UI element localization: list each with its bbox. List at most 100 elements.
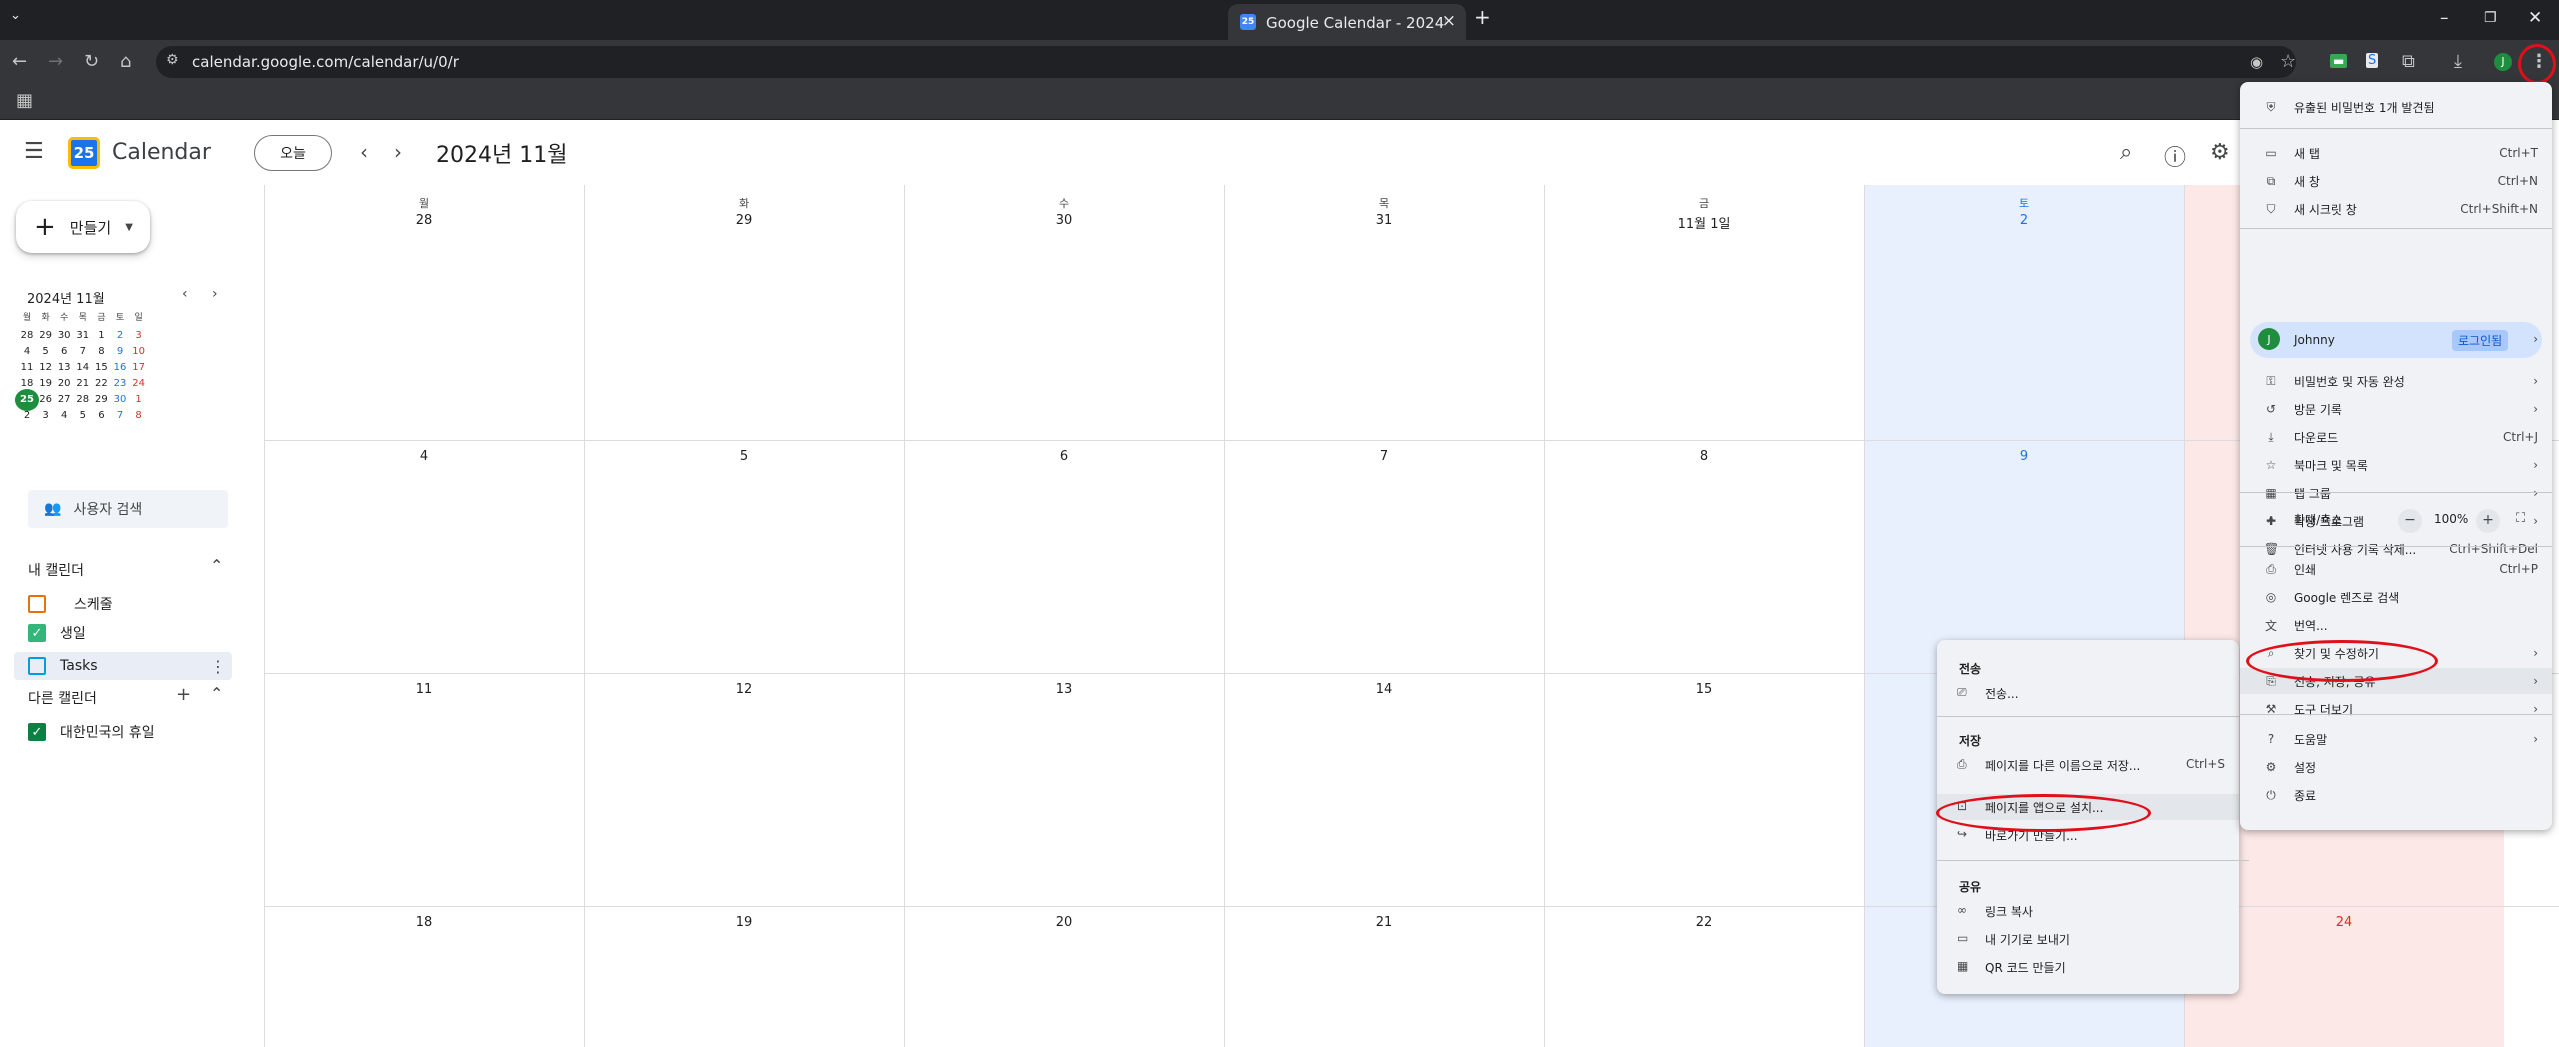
mini-day[interactable]: 17 <box>125 360 153 376</box>
qr-code-item[interactable]: ▦ QR 코드 만들기 <box>1937 954 2239 980</box>
day-number[interactable]: 4 <box>264 449 584 464</box>
menu-item[interactable]: ☆ 북마크 및 목록 › <box>2240 452 2552 478</box>
apps-grid-icon[interactable]: ▦ <box>16 90 33 111</box>
other-calendars-title[interactable]: 다른 캘린더 <box>28 688 97 708</box>
mini-day[interactable]: 8 <box>125 408 153 424</box>
day-number[interactable]: 6 <box>904 449 1224 464</box>
site-info-icon[interactable]: ⚙ <box>166 52 179 68</box>
browser-tab[interactable]: 25 Google Calendar - 2024년 11월 × <box>1228 4 1466 40</box>
menu-item[interactable]: ⛉ 새 시크릿 창 Ctrl+Shift+N <box>2240 196 2552 222</box>
main-menu-icon[interactable]: ☰ <box>24 139 44 164</box>
mini-prev-icon[interactable]: ‹ <box>182 286 188 302</box>
create-button[interactable]: + 만들기 ▼ <box>16 201 150 253</box>
day-number[interactable]: 22 <box>1544 915 1864 930</box>
calendar-list-item[interactable]: 스케줄 <box>28 594 113 614</box>
restore-icon[interactable]: ❐ <box>2484 10 2497 26</box>
unchecked-checkbox-icon[interactable] <box>28 595 46 613</box>
back-icon[interactable]: ← <box>12 51 27 72</box>
day-number[interactable]: 5 <box>584 449 904 464</box>
menu-item[interactable]: ⚒ 도구 더보기 › <box>2240 696 2552 722</box>
mini-day[interactable]: 3 <box>125 328 153 344</box>
window-close-icon[interactable]: ✕ <box>2528 8 2542 28</box>
today-button[interactable]: 오늘 <box>254 135 332 171</box>
checked-checkbox-icon[interactable]: ✓ <box>28 723 46 741</box>
menu-item[interactable]: ? 도움말 › <box>2240 726 2552 752</box>
menu-item[interactable]: ⚙ 설정 <box>2240 754 2552 780</box>
day-number[interactable]: 30 <box>904 213 1224 228</box>
new-tab-plus-icon[interactable]: + <box>1474 5 1491 29</box>
menu-item[interactable]: ⤓ 다운로드 Ctrl+J <box>2240 424 2552 450</box>
day-number[interactable]: 2 <box>1864 213 2184 228</box>
copy-link-item[interactable]: ∞ 링크 복사 <box>1937 898 2239 924</box>
menu-item[interactable]: ↺ 방문 기록 › <box>2240 396 2552 422</box>
day-number[interactable]: 8 <box>1544 449 1864 464</box>
extension-green-icon[interactable]: ▬ <box>2330 54 2348 68</box>
extension-blue-icon[interactable]: S <box>2366 53 2379 68</box>
home-icon[interactable]: ⌂ <box>120 51 131 72</box>
menu-item-shortcut: Ctrl+J <box>2503 430 2538 444</box>
menu-item[interactable]: ⎙ 인쇄 Ctrl+P <box>2240 556 2552 582</box>
zoom-out-button[interactable]: − <box>2398 509 2422 533</box>
more-options-icon[interactable]: ⋮ <box>210 657 226 676</box>
bookmark-star-icon[interactable]: ☆ <box>2280 51 2296 72</box>
mini-day[interactable]: 1 <box>125 392 153 408</box>
mini-day[interactable]: 24 <box>125 376 153 392</box>
collapse-other-calendars-icon[interactable]: ⌃ <box>210 684 223 703</box>
add-other-calendar-icon[interactable]: + <box>176 684 191 705</box>
extensions-puzzle-icon[interactable]: ⧉ <box>2402 51 2415 72</box>
calendar-list-item[interactable]: ✓ 대한민국의 휴일 <box>28 722 155 742</box>
mini-next-icon[interactable]: › <box>212 286 218 302</box>
day-number[interactable]: 28 <box>264 213 584 228</box>
day-number[interactable]: 21 <box>1224 915 1544 930</box>
menu-item[interactable]: ◎ Google 렌즈로 검색 <box>2240 584 2552 610</box>
menu-item[interactable]: ▭ 새 탭 Ctrl+T <box>2240 140 2552 166</box>
checked-checkbox-icon[interactable]: ✓ <box>28 624 46 642</box>
day-number[interactable]: 15 <box>1544 682 1864 697</box>
menu-item[interactable]: ⚿ 비밀번호 및 자동 완성 › <box>2240 368 2552 394</box>
day-number[interactable]: 31 <box>1224 213 1544 228</box>
day-number[interactable]: 9 <box>1864 449 2184 464</box>
tab-close-icon[interactable]: × <box>1442 11 1456 31</box>
forward-icon[interactable]: → <box>48 51 63 72</box>
day-number[interactable]: 11 <box>264 682 584 697</box>
reload-icon[interactable]: ↻ <box>84 51 99 72</box>
menu-item[interactable]: 文 번역... <box>2240 612 2552 638</box>
mini-day[interactable]: 10 <box>125 344 153 360</box>
day-number[interactable]: 18 <box>264 915 584 930</box>
day-number[interactable]: 12 <box>584 682 904 697</box>
zoom-in-button[interactable]: + <box>2476 509 2500 533</box>
next-month-icon[interactable]: › <box>394 140 402 164</box>
calendar-list-item[interactable]: Tasks ⋮ <box>14 652 232 680</box>
day-number[interactable]: 13 <box>904 682 1224 697</box>
eye-icon[interactable]: ◉ <box>2250 53 2263 71</box>
menu-item[interactable]: ⧉ 새 창 Ctrl+N <box>2240 168 2552 194</box>
calendar-list-item[interactable]: ✓ 생일 <box>28 623 86 643</box>
password-alert-item[interactable]: ⛨ 유출된 비밀번호 1개 발견됨 <box>2240 94 2552 120</box>
day-number[interactable]: 11월 1일 <box>1544 213 1864 232</box>
day-number[interactable]: 14 <box>1224 682 1544 697</box>
menu-item[interactable]: ⏻ 종료 <box>2240 782 2552 808</box>
help-icon[interactable]: ⓘ <box>2164 140 2186 172</box>
user-search[interactable]: 👥 사용자 검색 <box>28 490 228 528</box>
day-number[interactable]: 29 <box>584 213 904 228</box>
cast-item[interactable]: ⎚ 전송... <box>1937 680 2239 706</box>
plus-icon: + <box>34 212 56 242</box>
address-bar[interactable]: ⚙ calendar.google.com/calendar/u/0/r <box>156 46 2296 78</box>
day-number[interactable]: 19 <box>584 915 904 930</box>
menu-item[interactable]: ▦ 탭 그룹 › <box>2240 480 2552 506</box>
tab-search-icon[interactable]: ⌄ <box>10 8 21 23</box>
minimize-icon[interactable]: – <box>2440 8 2449 28</box>
send-to-devices-item[interactable]: ▭ 내 기기로 보내기 <box>1937 926 2239 952</box>
fullscreen-icon[interactable]: ⛶ <box>2516 511 2525 526</box>
day-number[interactable]: 7 <box>1224 449 1544 464</box>
save-as-item[interactable]: ⎙ 페이지를 다른 이름으로 저장... Ctrl+S <box>1937 752 2239 778</box>
day-number[interactable]: 20 <box>904 915 1224 930</box>
unchecked-checkbox-icon[interactable] <box>28 657 46 675</box>
collapse-my-calendars-icon[interactable]: ⌃ <box>210 556 223 575</box>
my-calendars-title[interactable]: 내 캘린더 <box>28 560 84 580</box>
settings-gear-icon[interactable]: ⚙ <box>2210 140 2230 165</box>
downloads-icon[interactable]: ⤓ <box>2454 51 2462 72</box>
profile-avatar[interactable]: J <box>2494 53 2512 71</box>
previous-month-icon[interactable]: ‹ <box>360 140 368 164</box>
search-icon[interactable]: ⌕ <box>2120 140 2132 165</box>
